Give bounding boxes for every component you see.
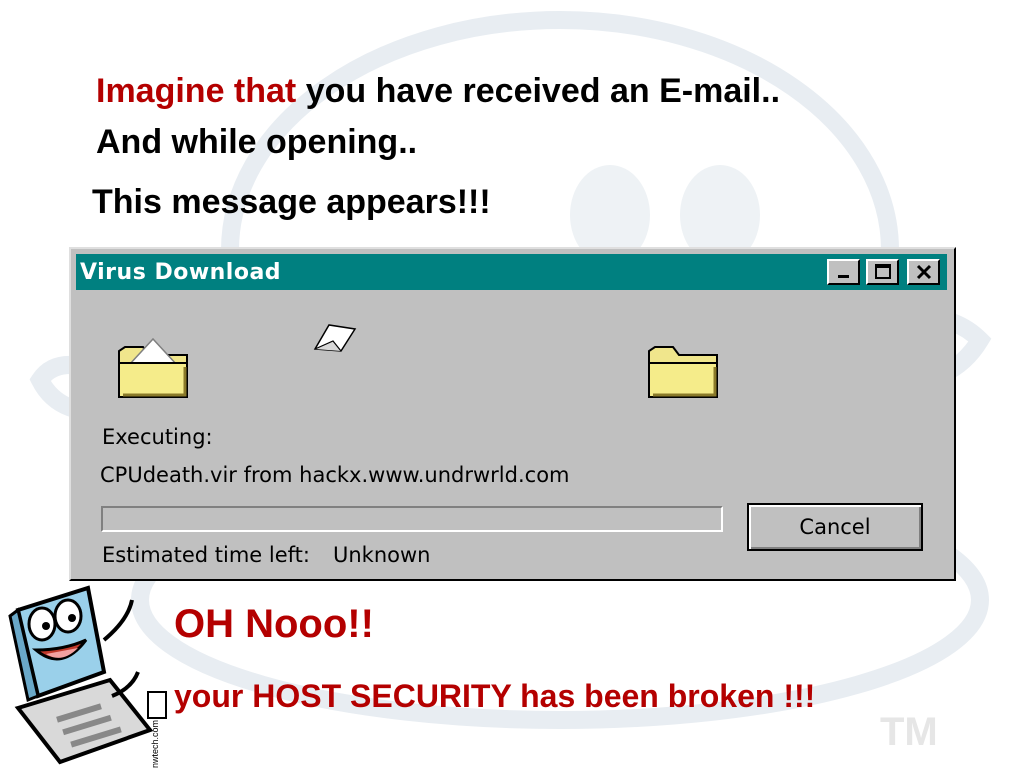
svg-text:TM: TM (880, 710, 938, 754)
dialog-title: Virus Download (80, 260, 282, 285)
executing-label: Executing: (102, 425, 213, 449)
security-warning-text: your HOST SECURITY has been broken !!! (174, 678, 816, 714)
headline-line-3: This message appears!!! (92, 183, 491, 221)
time-left-value: Unknown (333, 543, 431, 567)
oh-nooo-heading: OH Nooo!! (174, 602, 374, 646)
close-button[interactable] (907, 259, 940, 285)
virus-download-dialog: Virus Download Executing: CPUdeath.vir f… (69, 247, 956, 581)
executing-file-text: CPUdeath.vir from hackx.www.undrwrld.com (100, 463, 570, 487)
maximize-icon (874, 264, 891, 279)
headline-line-2: And while opening.. (96, 123, 418, 161)
headline-emphasis: Imagine that (96, 72, 297, 110)
headline-rest: you have received an E-mail.. (296, 72, 781, 110)
maximize-button[interactable] (866, 259, 899, 285)
mascot-caption: nwtech.com (150, 720, 160, 768)
time-left-label: Estimated time left: (102, 543, 310, 567)
destination-folder-icon (648, 346, 718, 398)
cancel-button[interactable]: Cancel (747, 503, 923, 551)
download-progress-bar (101, 506, 723, 532)
source-folder-icon (118, 337, 188, 398)
flying-paper-icon (313, 324, 357, 352)
computer-mascot-icon: nwtech.com (8, 585, 167, 768)
minimize-icon (837, 275, 849, 278)
close-icon (916, 264, 931, 280)
dialog-titlebar[interactable]: Virus Download (76, 254, 947, 290)
headline-line-1: Imagine that you have received an E-mail… (96, 71, 780, 111)
minimize-button[interactable] (827, 259, 860, 285)
